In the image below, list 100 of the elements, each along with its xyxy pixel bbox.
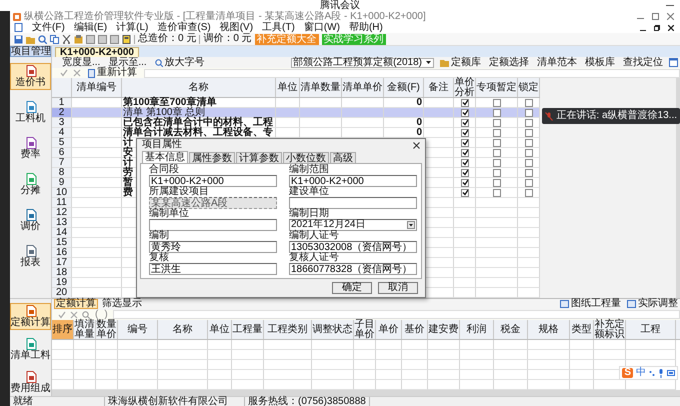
nav-item[interactable]: 清单工料 <box>10 336 51 363</box>
tab[interactable]: 定额计算 <box>54 299 98 310</box>
copy-icon[interactable] <box>50 34 59 44</box>
text-field[interactable]: K1+000-K2+000 <box>149 175 277 187</box>
formula-field[interactable] <box>144 68 680 78</box>
checkbox[interactable] <box>492 148 500 156</box>
checkbox[interactable] <box>524 108 532 116</box>
checkbox[interactable] <box>492 118 500 126</box>
row-number[interactable]: 3 <box>52 118 72 128</box>
text-field[interactable]: 13053032008（资信网号） <box>289 241 417 253</box>
menu-item[interactable]: 文件(F) <box>32 22 65 33</box>
menu-item[interactable]: 造价审查(S) <box>157 22 211 33</box>
checkbox[interactable] <box>460 168 468 176</box>
tab[interactable]: 计算参数 <box>236 152 282 163</box>
row-number[interactable]: 15 <box>52 238 72 248</box>
checkbox[interactable] <box>460 98 468 106</box>
row-number[interactable]: 7 <box>52 158 72 168</box>
text-field[interactable] <box>289 197 417 209</box>
nav-item[interactable]: 费率 <box>10 135 51 162</box>
ime-mode[interactable]: 中 <box>636 368 646 378</box>
menu-item[interactable]: 视图(V) <box>220 22 254 33</box>
row-number[interactable]: 11 <box>52 198 72 208</box>
row-number[interactable]: 8 <box>52 168 72 178</box>
text-field[interactable]: 王洪生 <box>149 263 277 275</box>
menu-item[interactable]: 窗口(W) <box>304 22 340 33</box>
punctuation-icon[interactable] <box>649 369 655 377</box>
tab[interactable]: 高级 <box>330 152 356 163</box>
nav-item[interactable]: 定额计算 <box>10 303 51 330</box>
row-number[interactable]: 19 <box>52 278 72 288</box>
checkbox[interactable] <box>492 138 500 146</box>
toolbar-button[interactable]: 显示至... <box>106 58 149 68</box>
scrollbar[interactable] <box>52 390 680 396</box>
search-icon[interactable] <box>38 34 47 44</box>
checkbox[interactable] <box>460 178 468 186</box>
row-number[interactable]: 14 <box>52 228 72 238</box>
row-number[interactable]: 10 <box>52 188 72 198</box>
search-icon[interactable] <box>82 310 90 319</box>
checkbox[interactable] <box>524 98 532 106</box>
menu-item[interactable]: 帮助(H) <box>348 22 383 33</box>
nav-item[interactable]: 造价书 <box>10 63 51 90</box>
date-field[interactable]: 2021年12月24日 <box>289 219 417 231</box>
document-tab[interactable]: K1+000-K2+000 <box>55 47 139 57</box>
row-number[interactable]: 17 <box>52 258 72 268</box>
text-field[interactable]: K1+000-K2+000 <box>289 175 417 187</box>
row-number[interactable]: 13 <box>52 218 72 228</box>
nav-item[interactable]: 费用组成 <box>10 369 51 396</box>
dialog-button[interactable]: 确定 <box>332 282 372 294</box>
checkbox[interactable] <box>460 188 468 196</box>
row-number[interactable]: 4 <box>52 128 72 138</box>
check-icon[interactable] <box>58 310 66 319</box>
toolbar-button[interactable]: 清单范本 <box>535 58 579 68</box>
restore-icon[interactable] <box>654 24 660 30</box>
checkbox[interactable] <box>492 178 500 186</box>
row-number[interactable]: 5 <box>52 138 72 148</box>
nav-item[interactable]: 报表 <box>10 243 51 270</box>
row-number[interactable]: 12 <box>52 208 72 218</box>
row-number[interactable]: 18 <box>52 268 72 278</box>
checkbox[interactable] <box>524 148 532 156</box>
nav-item[interactable]: 调价 <box>10 207 51 234</box>
checkbox[interactable] <box>460 118 468 126</box>
checkbox[interactable] <box>460 128 468 136</box>
dialog-button[interactable]: 取消 <box>378 282 418 294</box>
checkbox[interactable] <box>492 98 500 106</box>
paste-icon[interactable] <box>74 34 83 44</box>
document-icon[interactable] <box>14 23 23 32</box>
checkbox[interactable] <box>492 128 500 136</box>
caret-icon[interactable] <box>407 221 415 229</box>
project-tab[interactable]: 项目管理 <box>10 46 51 57</box>
nav-item[interactable]: 分摊 <box>10 171 51 198</box>
save-icon[interactable] <box>14 34 23 44</box>
quota-dropdown[interactable]: 部颁公路工程预算定额(2018) <box>291 58 434 68</box>
checkbox[interactable] <box>460 148 468 156</box>
checkbox[interactable] <box>524 168 532 176</box>
toolbar-button[interactable]: 实际调整 <box>625 299 680 310</box>
tab[interactable]: 筛选显示 <box>100 299 144 310</box>
row-number[interactable]: 6 <box>52 148 72 158</box>
toolbar-button[interactable]: 图纸工程量 <box>558 299 623 310</box>
formula-field[interactable] <box>112 310 680 320</box>
maximize-icon[interactable] <box>652 13 659 20</box>
checkbox[interactable] <box>524 178 532 186</box>
minimize-icon[interactable] <box>666 5 674 7</box>
menu-item[interactable]: 计算(L) <box>116 22 148 33</box>
text-field[interactable]: 18660778328（资信网号） <box>289 263 417 275</box>
zoom-button[interactable]: 放大字号 <box>152 58 207 68</box>
row-number[interactable]: 1 <box>52 98 72 108</box>
window-icon[interactable] <box>669 58 678 67</box>
toolbar-button[interactable]: 宽度显... <box>60 58 102 68</box>
row-number[interactable]: 16 <box>52 248 72 258</box>
row-number[interactable]: 2 <box>52 108 72 118</box>
checkbox[interactable] <box>492 188 500 196</box>
toolbar-button[interactable]: 定额库 <box>438 58 483 68</box>
checkbox[interactable] <box>524 138 532 146</box>
checkbox[interactable] <box>524 158 532 166</box>
recalculate-button[interactable]: 重新计算 <box>86 68 139 78</box>
checkbox[interactable] <box>460 108 468 116</box>
row-number[interactable]: 20 <box>52 288 72 298</box>
check-icon[interactable] <box>60 69 68 77</box>
checkbox[interactable] <box>492 158 500 166</box>
toolbar-button[interactable]: 定额选择 <box>487 58 531 68</box>
calculator-icon[interactable] <box>122 34 131 44</box>
